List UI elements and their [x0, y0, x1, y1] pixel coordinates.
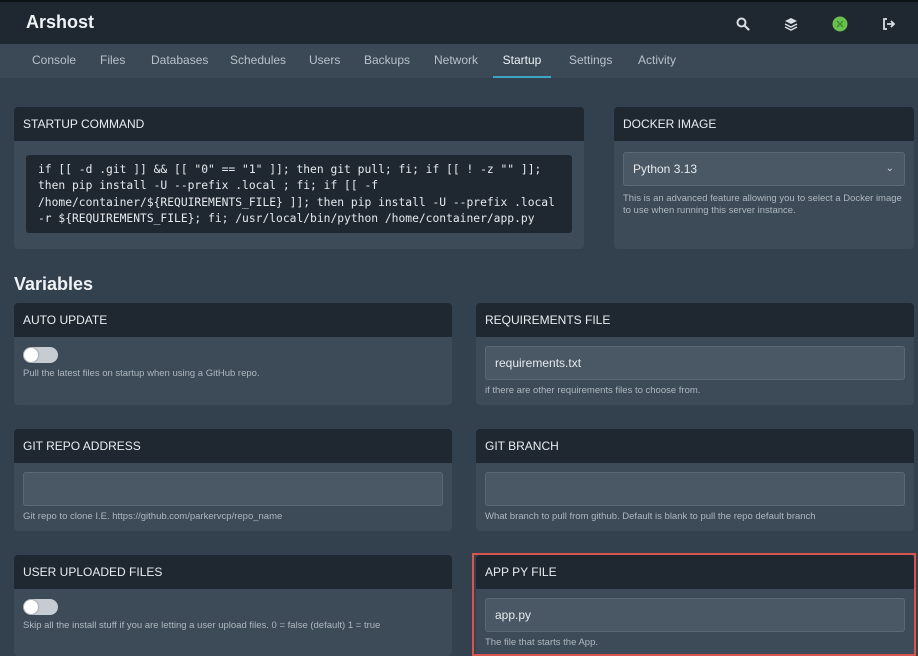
command-line: if [[ -d .git ]] && [[ "0" == "1" ]]; th…	[38, 163, 542, 176]
auto-update-toggle[interactable]	[23, 347, 58, 363]
tab-databases[interactable]: Databases	[151, 44, 208, 78]
git-branch-input[interactable]	[485, 472, 905, 506]
command-line: then pip install -U --prefix .local ; fi…	[38, 179, 379, 193]
docker-image-select[interactable]: Python 3.13 ⌄	[623, 152, 905, 186]
app-py-file-help: The file that starts the App.	[485, 637, 599, 648]
git-repo-help: Git repo to clone I.E. https://github.co…	[23, 511, 283, 522]
docker-image-selected: Python 3.13	[633, 162, 698, 176]
startup-command-code: if [[ -d .git ]] && [[ "0" == "1" ]]; th…	[26, 155, 572, 233]
sub-nav: Console Files Databases Schedules Users …	[0, 44, 918, 78]
user-uploaded-files-toggle[interactable]	[23, 599, 58, 615]
docker-image-card: DOCKER IMAGE Python 3.13 ⌄ This is an ad…	[614, 107, 914, 249]
help-line: to use when running this server instance…	[623, 205, 796, 216]
startup-command-title: STARTUP COMMAND	[14, 107, 584, 141]
chevron-down-icon: ⌄	[885, 163, 894, 174]
tab-console[interactable]: Console	[32, 44, 76, 78]
user-uploaded-files-help: Skip all the install stuff if you are le…	[23, 620, 381, 631]
startup-command-card: STARTUP COMMAND if [[ -d .git ]] && [[ "…	[14, 107, 584, 249]
auto-update-help: Pull the latest files on startup when us…	[23, 368, 260, 379]
requirements-file-title: REQUIREMENTS FILE	[476, 303, 914, 337]
user-uploaded-files-card: USER UPLOADED FILES Skip all the install…	[14, 555, 452, 656]
top-bar: Arshost	[0, 0, 918, 44]
tab-startup[interactable]: Startup	[493, 44, 551, 78]
avatar-icon[interactable]	[831, 15, 849, 33]
git-repo-input[interactable]	[23, 472, 443, 506]
git-branch-title: GIT BRANCH	[476, 429, 914, 463]
tab-backups[interactable]: Backups	[364, 44, 410, 78]
toggle-knob	[24, 348, 38, 362]
git-repo-title: GIT REPO ADDRESS	[14, 429, 452, 463]
auto-update-card: AUTO UPDATE Pull the latest files on sta…	[14, 303, 452, 405]
git-branch-help: What branch to pull from github. Default…	[485, 511, 816, 522]
variables-heading: Variables	[14, 274, 94, 294]
app-py-file-title: APP PY FILE	[476, 555, 914, 589]
tab-activity[interactable]: Activity	[638, 44, 676, 78]
tab-settings[interactable]: Settings	[569, 44, 612, 78]
toggle-knob	[24, 600, 38, 614]
tab-network[interactable]: Network	[434, 44, 478, 78]
tab-users[interactable]: Users	[309, 44, 340, 78]
layers-icon[interactable]	[782, 15, 800, 33]
app-title[interactable]: Arshost	[26, 12, 94, 33]
docker-image-help: This is an advanced feature allowing you…	[623, 193, 902, 217]
user-uploaded-files-title: USER UPLOADED FILES	[14, 555, 452, 589]
app-py-file-card: APP PY FILE The file that starts the App…	[476, 555, 914, 656]
docker-image-title: DOCKER IMAGE	[614, 107, 914, 141]
help-line: This is an advanced feature allowing you…	[623, 193, 902, 204]
command-line: -r ${REQUIREMENTS_FILE}; fi; /usr/local/…	[38, 211, 535, 225]
logout-icon[interactable]	[880, 15, 898, 33]
search-icon[interactable]	[734, 15, 752, 33]
tab-schedules[interactable]: Schedules	[230, 44, 286, 78]
auto-update-title: AUTO UPDATE	[14, 303, 452, 337]
app-py-file-input[interactable]	[485, 598, 905, 632]
requirements-file-help: if there are other requirements files to…	[485, 385, 701, 396]
requirements-file-input[interactable]	[485, 346, 905, 380]
tab-files[interactable]: Files	[100, 44, 125, 78]
git-repo-card: GIT REPO ADDRESS Git repo to clone I.E. …	[14, 429, 452, 531]
command-line: /home/container/${REQUIREMENTS_FILE} ]];…	[38, 195, 555, 209]
git-branch-card: GIT BRANCH What branch to pull from gith…	[476, 429, 914, 531]
requirements-file-card: REQUIREMENTS FILE if there are other req…	[476, 303, 914, 405]
